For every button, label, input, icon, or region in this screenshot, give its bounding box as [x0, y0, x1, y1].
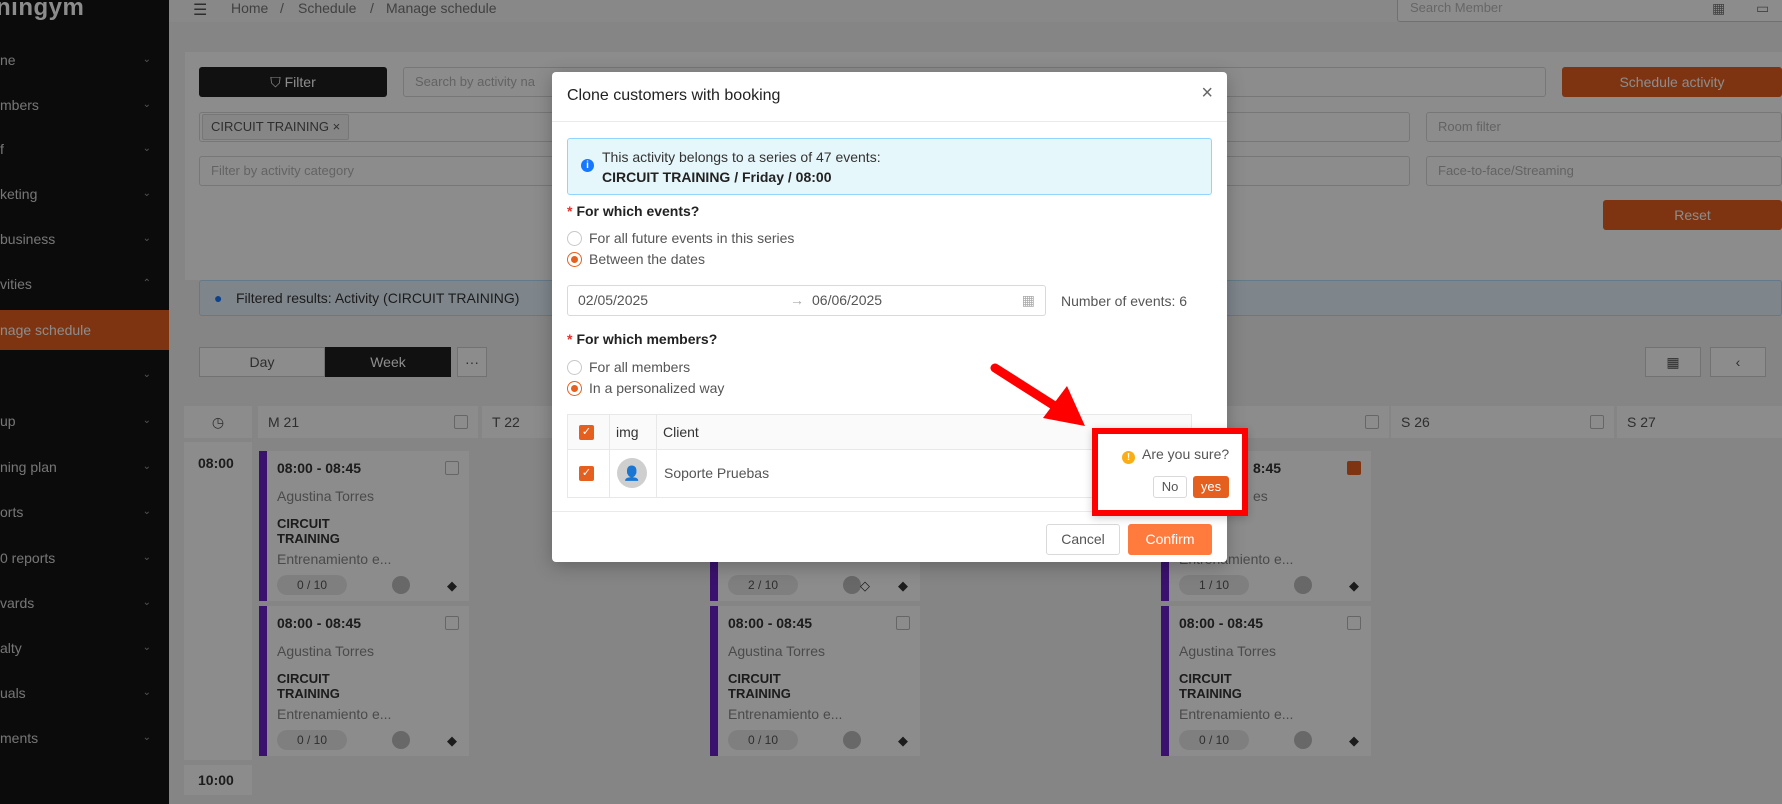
popconfirm-no-button[interactable]: No: [1153, 476, 1187, 498]
radio-all-members[interactable]: For all members: [567, 359, 690, 375]
radio-button[interactable]: [567, 252, 582, 267]
series-info-text: This activity belongs to a series of 47 …: [602, 149, 881, 165]
cancel-button[interactable]: Cancel: [1046, 524, 1120, 555]
close-icon[interactable]: ×: [1201, 82, 1213, 105]
events-question-label: * For which events?: [567, 203, 700, 219]
radio-button[interactable]: [567, 360, 582, 375]
start-date-input[interactable]: 02/05/2025: [578, 286, 648, 315]
user-avatar-icon: 👤: [617, 458, 647, 488]
members-question-label: * For which members?: [567, 331, 718, 347]
radio-all-future-events[interactable]: For all future events in this series: [567, 230, 794, 246]
arrow-right-icon: →: [790, 292, 804, 308]
modal-divider: [552, 121, 1227, 122]
radio-personalized[interactable]: In a personalized way: [567, 380, 724, 396]
warning-icon: !: [1122, 451, 1135, 464]
popconfirm: ! Are you sure? No yes: [1092, 428, 1248, 516]
radio-button[interactable]: [567, 231, 582, 246]
number-of-events: Number of events: 6: [1061, 293, 1188, 309]
end-date-input[interactable]: 06/06/2025: [812, 286, 882, 315]
modal-title: Clone customers with booking: [567, 87, 781, 104]
radio-button[interactable]: [567, 381, 582, 396]
annotation-arrow: [990, 363, 1085, 426]
popconfirm-yes-button[interactable]: yes: [1193, 476, 1229, 498]
series-info-alert: i This activity belongs to a series of 4…: [567, 138, 1212, 195]
info-icon: i: [581, 159, 594, 172]
date-range-picker[interactable]: 02/05/2025 → 06/06/2025 ▦: [567, 285, 1046, 316]
column-header-client: Client: [663, 424, 699, 440]
row-select-checkbox[interactable]: ✓: [579, 466, 594, 481]
radio-between-dates[interactable]: Between the dates: [567, 251, 705, 267]
series-info-detail: CIRCUIT TRAINING / Friday / 08:00: [602, 169, 832, 185]
popconfirm-message: ! Are you sure?: [1122, 446, 1229, 464]
select-all-checkbox[interactable]: ✓: [579, 425, 594, 440]
calendar-icon: ▦: [1021, 292, 1035, 308]
confirm-button[interactable]: Confirm: [1128, 524, 1212, 555]
column-header-img: img: [616, 424, 639, 440]
client-name: Soporte Pruebas: [664, 465, 770, 481]
